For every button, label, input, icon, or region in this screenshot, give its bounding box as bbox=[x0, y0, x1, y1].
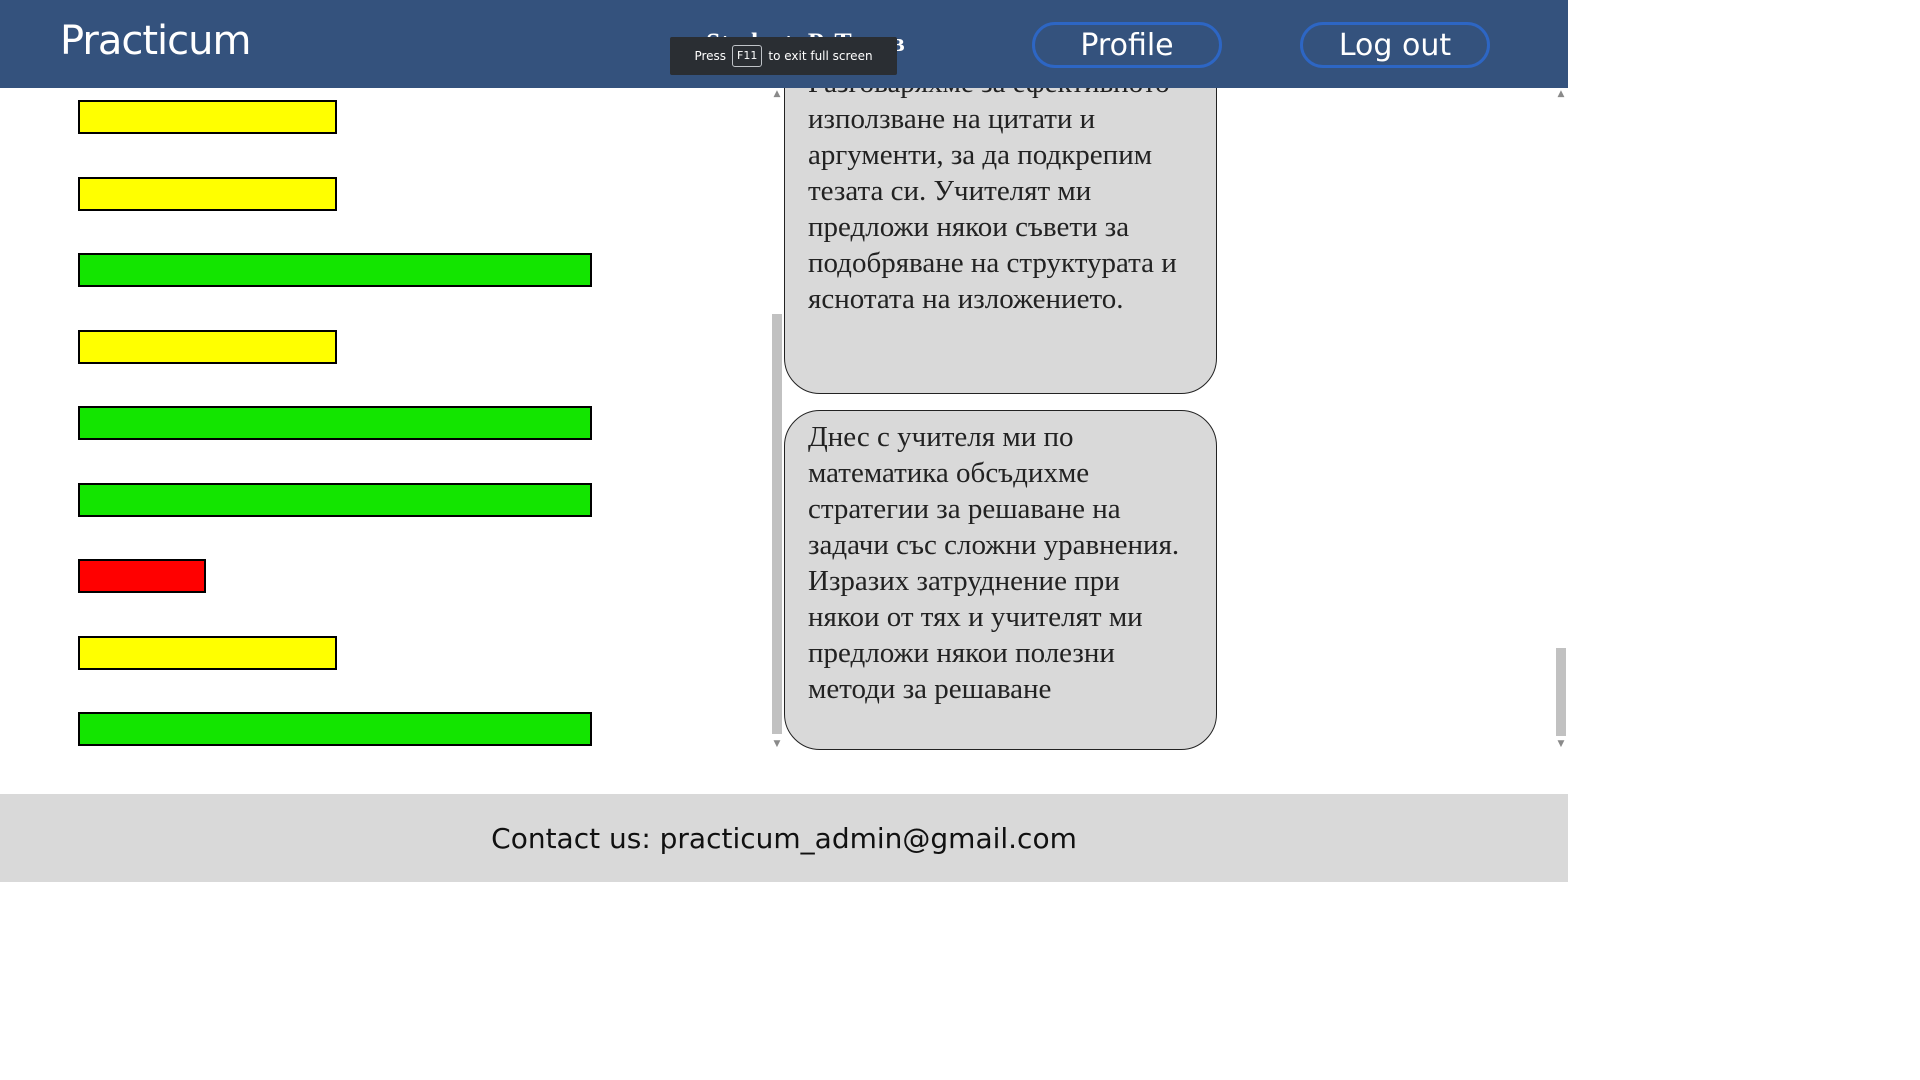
status-bar-high bbox=[78, 253, 592, 287]
status-bar-medium bbox=[78, 100, 337, 134]
scroll-up-icon[interactable]: ▲ bbox=[771, 88, 783, 100]
messages-panel: творба, която изучаваме. Разговаряхме за… bbox=[784, 88, 1244, 752]
scroll-down-icon[interactable]: ▼ bbox=[1555, 738, 1567, 750]
page-scrollbar[interactable]: ▲ ▼ bbox=[1555, 88, 1567, 752]
profile-button[interactable]: Profile bbox=[1032, 22, 1222, 68]
fullscreen-notice-prefix: Press bbox=[694, 49, 727, 63]
progress-bars-list bbox=[0, 88, 770, 794]
fullscreen-notice: Press F11 to exit full screen bbox=[670, 37, 897, 75]
status-bar-medium bbox=[78, 329, 337, 364]
status-bar-high bbox=[78, 406, 592, 440]
contact-text: Contact us: practicum_admin@gmail.com bbox=[491, 821, 1077, 855]
page-scroll-thumb[interactable] bbox=[1556, 648, 1566, 736]
app-logo[interactable]: Practicum bbox=[60, 18, 251, 64]
status-bar-high bbox=[78, 482, 592, 517]
footer: Contact us: practicum_admin@gmail.com bbox=[0, 794, 1568, 882]
status-bar-medium bbox=[78, 635, 337, 670]
status-bar-low bbox=[78, 559, 206, 593]
message-bubble: творба, която изучаваме. Разговаряхме за… bbox=[784, 88, 1217, 394]
logout-button[interactable]: Log out bbox=[1300, 22, 1490, 68]
message-bubble: Днес с учителя ми по математика обсъдихм… bbox=[784, 410, 1217, 750]
messages-scrollbar[interactable]: ▲ ▼ bbox=[771, 88, 783, 752]
fullscreen-notice-suffix: to exit full screen bbox=[768, 49, 873, 63]
status-bar-medium bbox=[78, 176, 337, 211]
scroll-up-icon[interactable]: ▲ bbox=[1555, 88, 1567, 100]
top-navbar: Practicum Student: P. Титов Press F11 to… bbox=[0, 0, 1568, 88]
scroll-down-icon[interactable]: ▼ bbox=[771, 738, 783, 750]
messages-scroll-thumb[interactable] bbox=[772, 314, 782, 734]
f11-key-badge: F11 bbox=[732, 45, 763, 67]
status-bar-high bbox=[78, 712, 592, 746]
